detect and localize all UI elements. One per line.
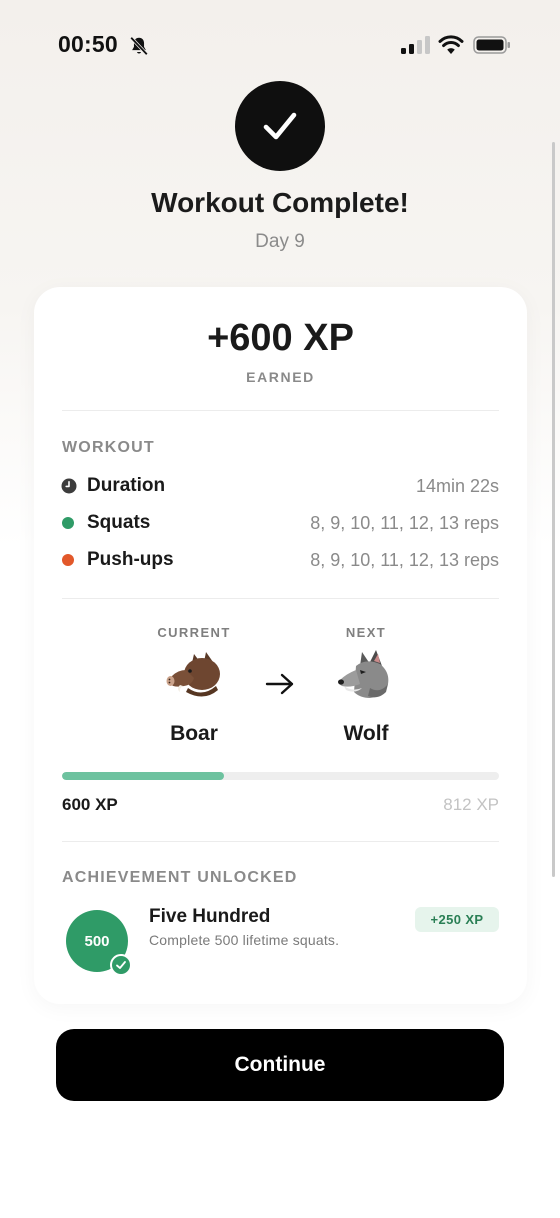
squats-dot-icon bbox=[62, 517, 74, 529]
scrollbar[interactable] bbox=[552, 142, 555, 877]
workout-row-value: 14min 22s bbox=[415, 476, 499, 496]
continue-button[interactable]: Continue bbox=[56, 1029, 504, 1101]
arrow-right-icon bbox=[265, 673, 294, 695]
next-animal-name: Wolf bbox=[343, 722, 389, 745]
achievement-badge-text: 500 bbox=[84, 932, 110, 950]
xp-progress-fill bbox=[62, 772, 224, 780]
wifi-icon bbox=[438, 35, 464, 54]
next-caption: NEXT bbox=[345, 625, 387, 640]
battery-icon bbox=[473, 36, 510, 54]
clock-icon bbox=[61, 478, 77, 494]
evolution-next: NEXT bbox=[306, 625, 426, 702]
workout-row-label: Squats bbox=[87, 512, 151, 533]
bell-slash-icon bbox=[130, 36, 148, 56]
summary-card: +600 XP EARNED WORKOUT Duration 14min 22… bbox=[34, 287, 527, 1004]
day-subtitle: Day 9 bbox=[255, 231, 305, 252]
xp-earned-value: +600 XP bbox=[207, 317, 354, 359]
pushups-dot-icon bbox=[62, 554, 74, 566]
current-animal-name: Boar bbox=[170, 722, 218, 745]
workout-row-label: Push-ups bbox=[87, 549, 174, 570]
divider bbox=[62, 841, 499, 842]
page-title: Workout Complete! bbox=[151, 187, 409, 218]
workout-row-pushups: Push-ups 8, 9, 10, 11, 12, 13 reps bbox=[62, 547, 499, 573]
workout-row-value: 8, 9, 10, 11, 12, 13 reps bbox=[310, 513, 499, 533]
xp-target-label: 812 XP bbox=[443, 795, 499, 814]
achievement-title: Five Hundred bbox=[149, 906, 271, 927]
checkmark-icon bbox=[263, 112, 297, 140]
workout-row-squats: Squats 8, 9, 10, 11, 12, 13 reps bbox=[62, 510, 499, 536]
evolution-current: CURRENT bbox=[134, 625, 254, 702]
achievement-description: Complete 500 lifetime squats. bbox=[149, 932, 340, 948]
xp-progress-bar bbox=[62, 772, 499, 780]
achievement-check-icon bbox=[110, 954, 132, 976]
workout-row-value: 8, 9, 10, 11, 12, 13 reps bbox=[310, 550, 499, 570]
boar-icon bbox=[166, 652, 220, 697]
status-time: 00:50 bbox=[58, 31, 118, 57]
achievement-reward-badge: +250 XP bbox=[415, 907, 499, 932]
divider bbox=[62, 598, 499, 599]
success-badge bbox=[235, 81, 325, 171]
current-caption: CURRENT bbox=[157, 625, 231, 640]
achievement-section-title: ACHIEVEMENT UNLOCKED bbox=[62, 869, 298, 886]
status-bar: 00:50 bbox=[0, 0, 560, 92]
signal-icon bbox=[401, 36, 430, 54]
workout-row-label: Duration bbox=[87, 475, 166, 496]
xp-earned-label: EARNED bbox=[246, 369, 315, 385]
workout-section-title: WORKOUT bbox=[62, 439, 155, 456]
wolf-icon bbox=[338, 650, 389, 698]
divider bbox=[62, 410, 499, 411]
xp-current-label: 600 XP bbox=[62, 795, 118, 814]
workout-row-duration: Duration 14min 22s bbox=[61, 473, 499, 499]
